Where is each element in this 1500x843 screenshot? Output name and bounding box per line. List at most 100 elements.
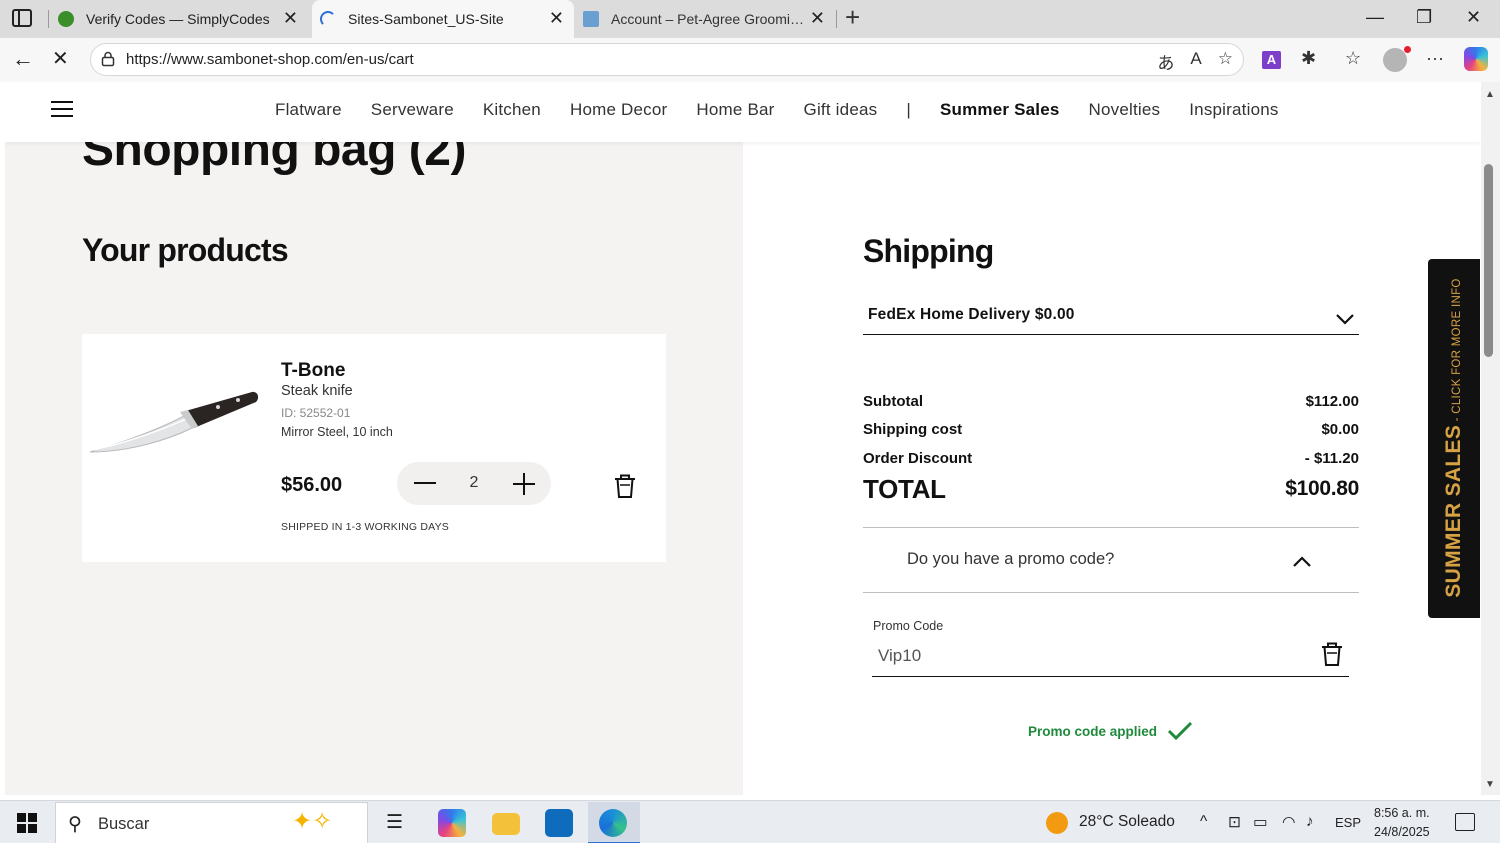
main-nav: Flatware Serveware Kitchen Home Decor Ho… xyxy=(275,100,1308,120)
loading-spinner-icon xyxy=(320,11,336,27)
nav-home-decor[interactable]: Home Decor xyxy=(570,100,667,120)
subtotal-label: Subtotal xyxy=(863,393,923,410)
windows-start-icon[interactable] xyxy=(17,813,37,833)
nav-summer-sales[interactable]: Summer Sales xyxy=(940,100,1060,120)
restore-icon[interactable]: ❐ xyxy=(1416,7,1432,28)
nav-flatware[interactable]: Flatware xyxy=(275,100,342,120)
copilot-app-icon[interactable] xyxy=(438,809,466,837)
promo-code-value[interactable]: Vip10 xyxy=(878,646,921,666)
tab-pet-agree[interactable]: Account – Pet-Agree Grooming S ✕ xyxy=(577,0,835,38)
show-hidden-icons-icon[interactable]: ^ xyxy=(1200,813,1207,831)
tab-title: Sites-Sambonet_US-Site xyxy=(348,11,504,27)
extension-a-icon[interactable]: A xyxy=(1262,51,1281,69)
search-icon: ⚲ xyxy=(68,814,82,835)
product-image[interactable] xyxy=(88,386,260,458)
product-name[interactable]: T-Bone xyxy=(281,360,345,382)
product-card: T-Bone Steak knife ID: 52552-01 Mirror S… xyxy=(82,334,666,562)
shipping-heading: Shipping xyxy=(863,233,994,269)
shipping-cost-label: Shipping cost xyxy=(863,421,963,438)
meet-now-icon[interactable]: ⊡ xyxy=(1228,813,1241,832)
tab-title: Account – Pet-Agree Grooming S xyxy=(611,11,809,27)
scrollbar-thumb[interactable] xyxy=(1484,164,1493,357)
windows-taskbar: ⚲ Buscar ✦✧ ☰ 28°C Soleado ^ ⊡ ▭ ◠ ♪ ESP… xyxy=(0,800,1500,843)
translate-icon[interactable]: あ xyxy=(1157,49,1174,74)
minimize-icon[interactable]: — xyxy=(1366,7,1384,28)
products-heading: Your products xyxy=(82,232,289,268)
close-tab-icon[interactable]: ✕ xyxy=(810,9,825,27)
lock-icon[interactable] xyxy=(101,51,115,67)
address-bar[interactable]: https://www.sambonet-shop.com/en-us/cart… xyxy=(90,43,1244,76)
nav-kitchen[interactable]: Kitchen xyxy=(483,100,541,120)
read-aloud-icon[interactable]: A xyxy=(1190,49,1201,74)
favorites-icon[interactable]: ☆ xyxy=(1345,48,1361,69)
nav-home-bar[interactable]: Home Bar xyxy=(696,100,774,120)
battery-icon[interactable]: ▭ xyxy=(1253,813,1268,832)
promo-applied-status: Promo code applied xyxy=(1028,721,1193,741)
clock-date: 24/8/2025 xyxy=(1374,825,1430,839)
chevron-up-icon[interactable] xyxy=(1293,553,1311,571)
shipping-method-value[interactable]: FedEx Home Delivery $0.00 xyxy=(868,306,1075,324)
taskbar-search[interactable]: ⚲ Buscar ✦✧ xyxy=(55,802,368,843)
clock-time: 8:56 a. m. xyxy=(1374,806,1430,820)
quantity-stepper: 2 xyxy=(397,462,551,505)
weather-sun-icon[interactable] xyxy=(1046,812,1068,834)
close-window-icon[interactable]: ✕ xyxy=(1466,7,1481,28)
page-scrollbar[interactable]: ▲ ▼ xyxy=(1481,82,1500,795)
outlook-icon[interactable] xyxy=(545,809,573,837)
total-value: $100.80 xyxy=(1285,477,1359,500)
new-tab-icon[interactable]: + xyxy=(845,4,860,30)
tab-simplycodes[interactable]: Verify Codes — SimplyCodes ✕ xyxy=(50,0,308,38)
close-tab-icon[interactable]: ✕ xyxy=(549,9,564,27)
nav-gift-ideas[interactable]: Gift ideas xyxy=(804,100,878,120)
increase-quantity-icon[interactable] xyxy=(513,473,535,495)
tab-sambonet[interactable]: Sites-Sambonet_US-Site ✕ xyxy=(312,0,574,38)
nav-serveware[interactable]: Serveware xyxy=(371,100,454,120)
copilot-icon[interactable] xyxy=(1464,47,1488,71)
input-language[interactable]: ESP xyxy=(1335,815,1361,830)
remove-promo-trash-icon[interactable] xyxy=(1320,641,1344,667)
wifi-icon[interactable]: ◠ xyxy=(1282,813,1296,832)
extensions-icon[interactable]: ✱ xyxy=(1301,48,1316,69)
file-explorer-icon[interactable] xyxy=(492,813,520,835)
scroll-down-icon[interactable]: ▼ xyxy=(1485,779,1495,790)
pet-agree-favicon-icon xyxy=(583,11,599,27)
promo-code-input[interactable]: Vip10 xyxy=(872,637,1349,677)
tab-divider xyxy=(836,10,837,28)
product-type: Steak knife xyxy=(281,383,353,399)
url-text[interactable]: https://www.sambonet-shop.com/en-us/cart xyxy=(126,51,414,68)
product-id: ID: 52552-01 xyxy=(281,406,351,420)
shipping-note: SHIPPED IN 1-3 WORKING DAYS xyxy=(281,521,449,533)
promo-applied-text: Promo code applied xyxy=(1028,723,1158,739)
close-tab-icon[interactable]: ✕ xyxy=(283,9,298,27)
system-clock[interactable]: 8:56 a. m. 24/8/2025 xyxy=(1374,804,1430,842)
more-icon[interactable]: ··· xyxy=(1426,48,1444,69)
order-discount-value: - $11.20 xyxy=(1304,450,1359,467)
stop-icon[interactable]: ✕ xyxy=(52,47,69,71)
back-icon[interactable]: ← xyxy=(12,47,34,71)
scroll-up-icon[interactable]: ▲ xyxy=(1485,89,1495,100)
tab-divider xyxy=(48,10,49,28)
notifications-icon[interactable] xyxy=(1455,813,1475,831)
favorite-icon[interactable]: ☆ xyxy=(1218,49,1233,74)
volume-icon[interactable]: ♪ xyxy=(1306,813,1314,831)
nav-inspirations[interactable]: Inspirations xyxy=(1189,100,1278,120)
weather-text[interactable]: 28°C Soleado xyxy=(1079,813,1175,831)
chevron-down-icon[interactable] xyxy=(1336,310,1354,328)
task-view-icon[interactable]: ☰ xyxy=(386,811,403,834)
decrease-quantity-icon[interactable] xyxy=(414,482,436,484)
edge-icon[interactable] xyxy=(599,809,627,837)
promo-code-toggle[interactable]: Do you have a promo code? xyxy=(907,550,1114,569)
hamburger-menu-icon[interactable] xyxy=(51,101,73,117)
shipping-method-select[interactable]: FedEx Home Delivery $0.00 xyxy=(863,298,1359,335)
quantity-value[interactable]: 2 xyxy=(463,474,485,492)
summer-sales-side-tab[interactable]: SUMMER SALES - CLICK FOR MORE INFO xyxy=(1428,259,1480,618)
taskbar-search-placeholder[interactable]: Buscar xyxy=(98,815,149,834)
nav-novelties[interactable]: Novelties xyxy=(1089,100,1161,120)
copilot-sparkle-icon[interactable]: ✦✧ xyxy=(292,807,332,836)
checkmark-icon xyxy=(1167,721,1193,741)
remove-item-trash-icon[interactable] xyxy=(613,473,637,499)
profile-avatar[interactable] xyxy=(1383,46,1411,72)
nav-separator: | xyxy=(906,100,911,119)
tab-actions-menu-icon[interactable] xyxy=(12,9,32,27)
subtotal-value: $112.00 xyxy=(1305,393,1359,410)
